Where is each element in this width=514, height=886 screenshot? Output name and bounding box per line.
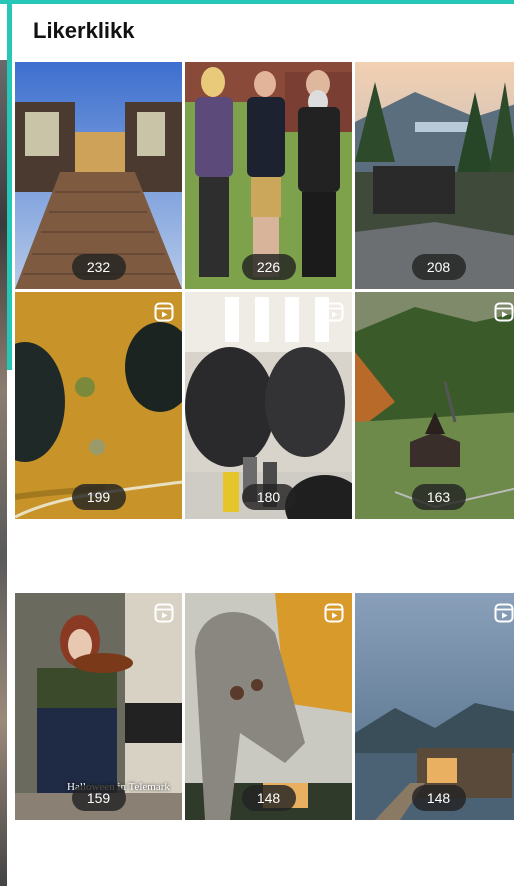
reel-tile[interactable]: 163 <box>355 292 514 519</box>
like-count-badge: 159 <box>71 785 126 811</box>
reel-tile[interactable]: 148 <box>355 593 514 820</box>
photo-tile[interactable]: 226 <box>185 62 352 289</box>
like-count-badge: 226 <box>241 254 296 280</box>
like-count-badge: 163 <box>411 484 466 510</box>
reel-tile[interactable]: 199 <box>15 292 182 519</box>
reel-icon <box>154 302 174 322</box>
like-count-badge: 199 <box>71 484 126 510</box>
like-count-badge: 180 <box>241 484 296 510</box>
reel-icon <box>154 603 174 623</box>
like-count-badge: 148 <box>411 785 466 811</box>
photo-tile[interactable]: 232 <box>15 62 182 289</box>
reel-icon <box>324 603 344 623</box>
reel-tile[interactable]: 180 <box>185 292 352 519</box>
reel-icon <box>494 302 514 322</box>
like-count-badge: 148 <box>241 785 296 811</box>
like-count-badge: 208 <box>411 254 466 280</box>
reel-icon <box>494 603 514 623</box>
reel-tile[interactable]: 148 <box>185 593 352 820</box>
photo-tile[interactable]: 208 <box>355 62 514 289</box>
like-count-badge: 232 <box>71 254 126 280</box>
background-content <box>0 60 7 886</box>
section-title: Likerklikk <box>33 18 135 43</box>
reel-tile[interactable]: Halloween in Telemark 159 <box>15 593 182 820</box>
reel-icon <box>324 302 344 322</box>
